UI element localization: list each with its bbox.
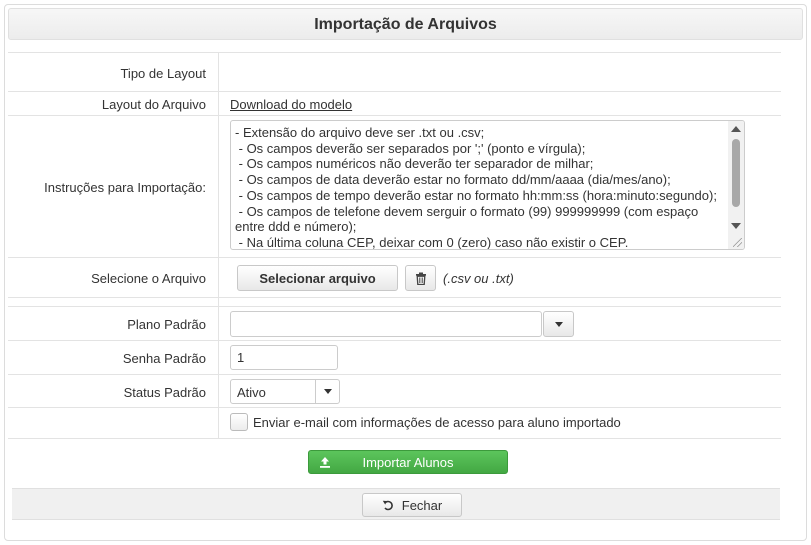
row-separator xyxy=(8,374,781,375)
dialog-title: Importação de Arquivos xyxy=(8,8,803,40)
status-select[interactable]: Ativo xyxy=(230,379,340,404)
instrucoes-textarea[interactable]: - Extensão do arquivo deve ser .txt ou .… xyxy=(230,120,745,250)
column-divider xyxy=(218,52,219,439)
status-selected-value: Ativo xyxy=(237,385,266,400)
row-separator xyxy=(8,52,781,53)
trash-icon xyxy=(415,272,426,285)
senha-input[interactable]: 1 xyxy=(230,345,338,370)
chevron-down-icon xyxy=(554,321,563,327)
file-type-hint: (.csv ou .txt) xyxy=(443,271,514,286)
importar-alunos-label: Importar Alunos xyxy=(362,455,454,470)
selecionar-arquivo-label: Selecionar arquivo xyxy=(259,270,376,286)
layout-arquivo-label: Layout do Arquivo xyxy=(101,97,206,112)
plano-input[interactable] xyxy=(230,311,542,337)
row-separator xyxy=(8,297,781,298)
instrucoes-text: - Extensão do arquivo deve ser .txt ou .… xyxy=(235,125,717,250)
row-separator xyxy=(8,438,781,439)
fechar-label: Fechar xyxy=(401,497,443,513)
plano-label: Plano Padrão xyxy=(127,317,206,332)
undo-icon xyxy=(382,500,393,511)
resize-handle-icon[interactable] xyxy=(733,238,742,247)
status-label: Status Padrão xyxy=(123,385,206,400)
senha-label: Senha Padrão xyxy=(122,351,206,366)
enviar-email-checkbox[interactable] xyxy=(230,413,248,431)
row-separator xyxy=(8,340,781,341)
plano-dropdown-button[interactable] xyxy=(543,311,574,337)
textarea-scrollbar[interactable] xyxy=(728,121,744,249)
scroll-thumb[interactable] xyxy=(732,139,740,207)
row-separator xyxy=(8,257,781,258)
fechar-button[interactable]: Fechar xyxy=(362,493,462,517)
remove-file-button[interactable] xyxy=(405,265,436,291)
scroll-up-icon[interactable] xyxy=(731,126,741,132)
status-dropdown-toggle[interactable] xyxy=(315,380,339,403)
download-modelo-link[interactable]: Download do modelo xyxy=(230,97,352,112)
tipo-layout-label: Tipo de Layout xyxy=(120,66,206,81)
enviar-email-label: Enviar e-mail com informações de acesso … xyxy=(253,415,621,430)
row-separator xyxy=(8,407,781,408)
row-separator xyxy=(8,91,781,92)
chevron-down-icon xyxy=(323,389,332,394)
importar-alunos-button[interactable]: Importar Alunos xyxy=(308,450,508,474)
instrucoes-label: Instruções para Importação: xyxy=(44,180,206,195)
row-separator xyxy=(8,306,781,307)
selecionar-arquivo-button[interactable]: Selecionar arquivo xyxy=(237,265,398,291)
arquivo-label: Selecione o Arquivo xyxy=(91,271,206,286)
scroll-down-icon[interactable] xyxy=(731,223,741,229)
row-separator xyxy=(8,115,781,116)
